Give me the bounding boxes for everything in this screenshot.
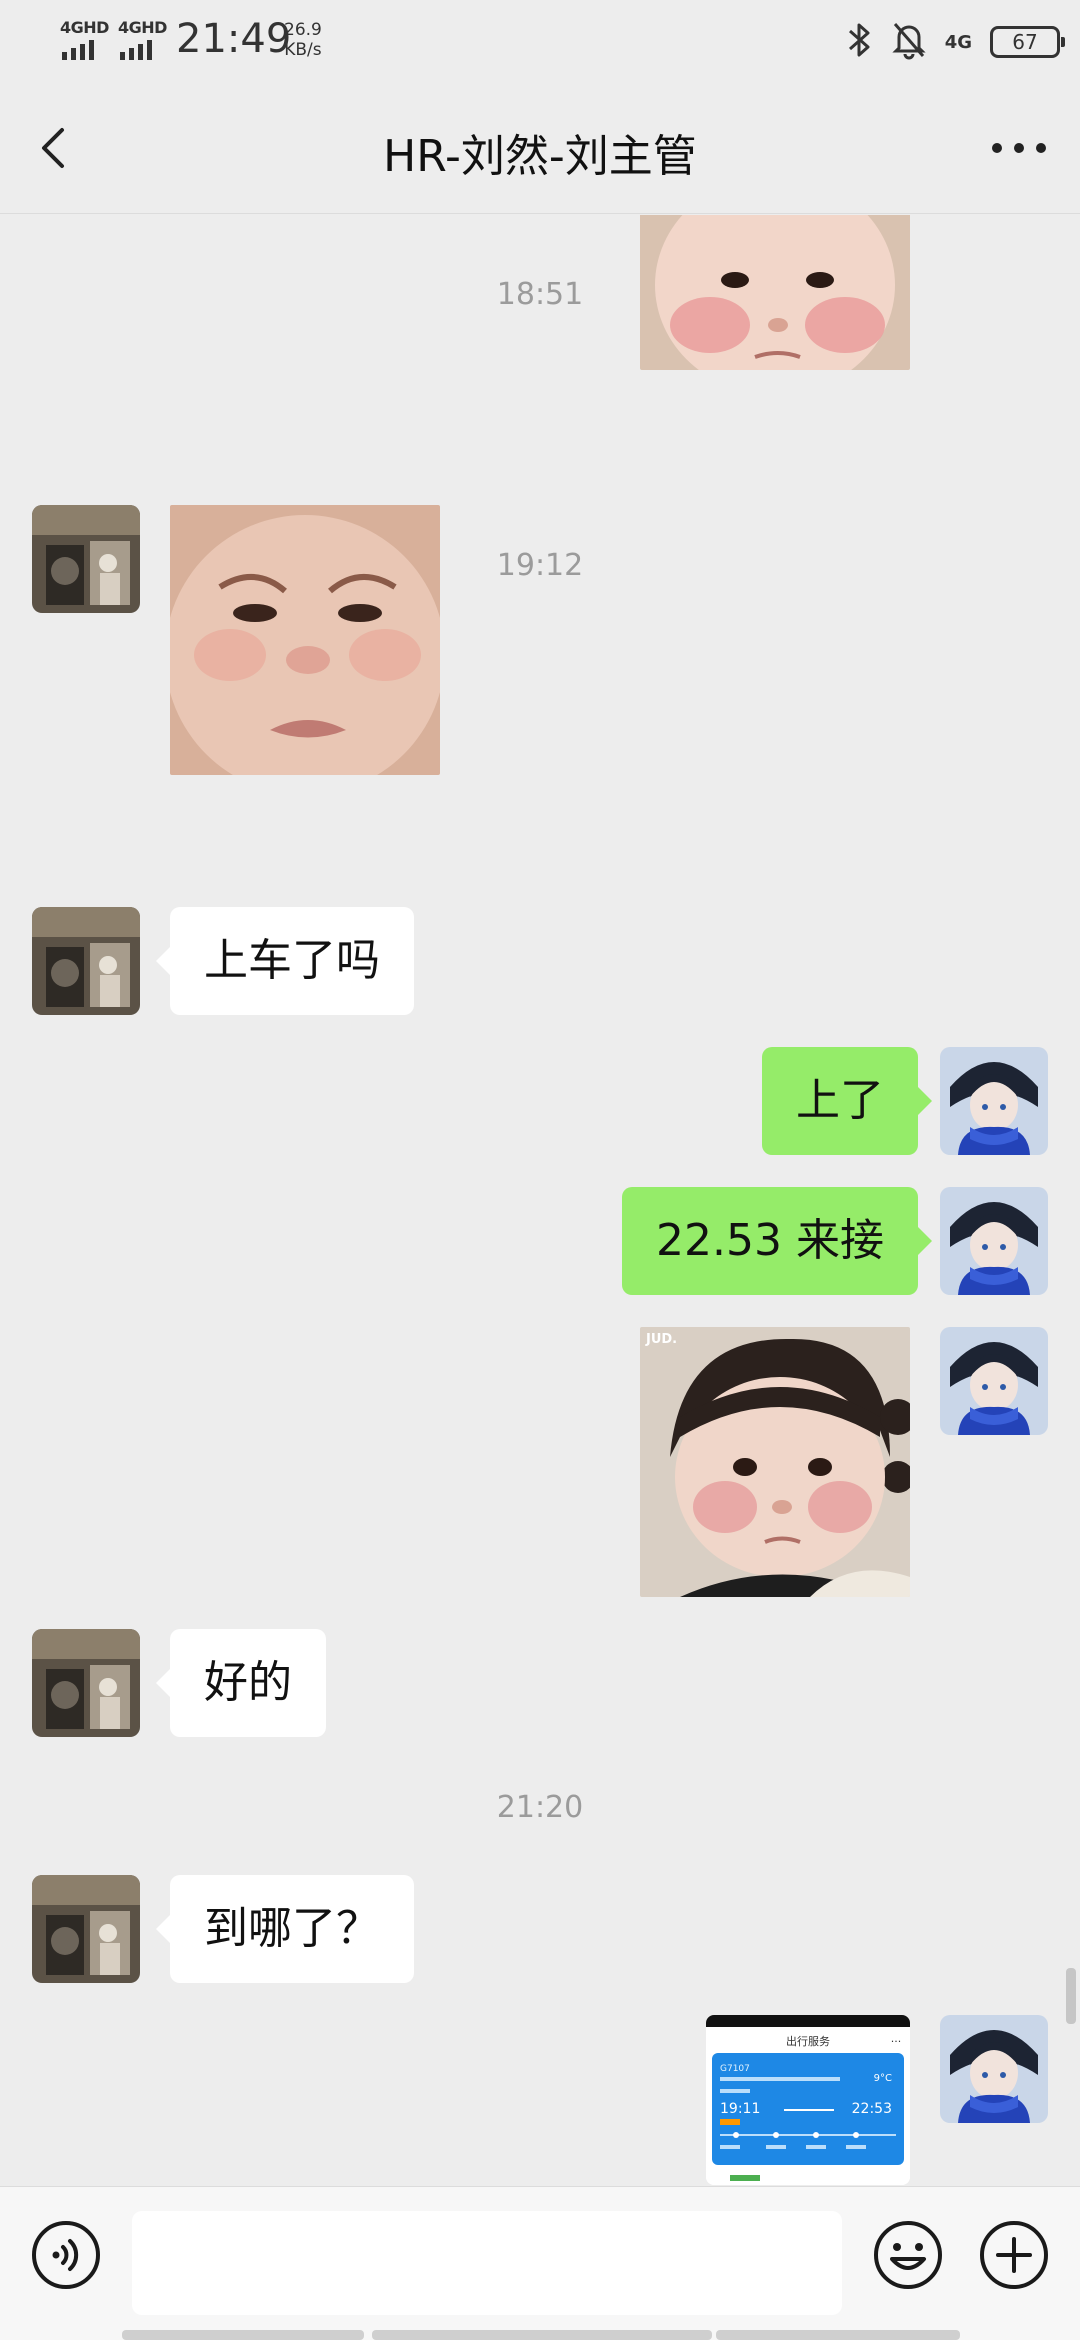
svg-text:···: ···	[891, 2035, 902, 2048]
chat-title: HR-刘然-刘主管	[383, 131, 697, 182]
sim1-label: 4GHD	[60, 18, 109, 37]
trip-weather: 9°C	[874, 2073, 892, 2084]
more-actions-button[interactable]	[978, 2219, 1050, 2291]
input-bar	[0, 2186, 1080, 2340]
timestamp: 18:51	[496, 277, 584, 312]
message-input[interactable]	[132, 2211, 842, 2315]
status-bar: 4GHD 4GHD 21:49 26.9 KB/s 4G 67	[0, 0, 1080, 84]
network-speed: 26.9 KB/s	[284, 20, 322, 60]
more-button[interactable]	[984, 118, 1054, 178]
battery-icon: 67	[990, 26, 1065, 58]
contact-avatar[interactable]	[32, 1629, 140, 1737]
voice-icon	[32, 2221, 100, 2289]
sim2-label: 4GHD	[118, 18, 167, 37]
baby-frown-sticker	[170, 505, 440, 775]
image-message[interactable]: 出行服务 ··· G7107 9°C 19:11 22:53	[706, 2015, 910, 2185]
outgoing-message[interactable]: 22.53 来接	[622, 1187, 932, 1295]
trip-depart-time: 19:11	[720, 2101, 760, 2117]
nav-bar-segment	[122, 2330, 364, 2340]
signal-sim1-icon: 4GHD	[60, 18, 110, 62]
my-avatar[interactable]	[940, 1187, 1048, 1295]
trip-code: G7107	[720, 2064, 750, 2074]
back-button[interactable]	[26, 118, 86, 178]
trip-screenshot: 出行服务 ··· G7107 9°C 19:11 22:53	[706, 2015, 910, 2185]
mute-bell-icon	[891, 20, 927, 64]
signal-sim2-icon: 4GHD	[118, 18, 168, 62]
my-avatar[interactable]	[940, 1047, 1048, 1155]
sticker-message[interactable]	[170, 505, 440, 775]
baby-pigtails-sticker: JUD.	[640, 1327, 910, 1597]
outgoing-message[interactable]: 上了	[762, 1047, 932, 1155]
emoji-button[interactable]	[872, 2219, 944, 2291]
bluetooth-icon	[847, 20, 873, 64]
nav-bar-segment	[372, 2330, 712, 2340]
incoming-message[interactable]: 上车了吗	[156, 907, 414, 1015]
speed-unit: KB/s	[284, 40, 322, 60]
plus-icon	[980, 2221, 1048, 2289]
battery-level: 67	[1012, 30, 1038, 54]
trip-arrive-time: 22:53	[852, 2101, 892, 2117]
chat-screen: 4GHD 4GHD 21:49 26.9 KB/s 4G 67 HR-刘然-刘主…	[0, 0, 1080, 2340]
incoming-message[interactable]: 好的	[156, 1629, 326, 1737]
message-list[interactable]: 18:51 19:12 上车了吗 上了 22.53 来接 JUD. 好的 21:…	[0, 215, 1080, 2185]
network-type: 4G	[944, 31, 972, 53]
chat-header: HR-刘然-刘主管	[0, 84, 1080, 214]
clock: 21:49	[176, 16, 292, 62]
emoji-icon	[874, 2221, 942, 2289]
my-avatar[interactable]	[940, 2015, 1048, 2123]
scrollbar[interactable]	[1066, 1968, 1076, 2024]
sticker-message[interactable]: JUD.	[640, 1327, 910, 1597]
sticker-caption: JUD.	[645, 1332, 677, 1347]
more-dots-icon	[992, 143, 1046, 153]
contact-avatar[interactable]	[32, 1875, 140, 1983]
chevron-left-icon	[42, 128, 64, 168]
incoming-message[interactable]: 到哪了？	[156, 1875, 414, 1983]
timestamp: 19:12	[496, 548, 584, 583]
contact-avatar[interactable]	[32, 907, 140, 1015]
nav-bar-segment	[716, 2330, 960, 2340]
my-avatar[interactable]	[940, 1327, 1048, 1435]
trip-card-header: 出行服务	[786, 2034, 830, 2048]
speed-value: 26.9	[284, 20, 322, 40]
voice-button[interactable]	[30, 2219, 102, 2291]
timestamp: 21:20	[496, 1790, 584, 1825]
